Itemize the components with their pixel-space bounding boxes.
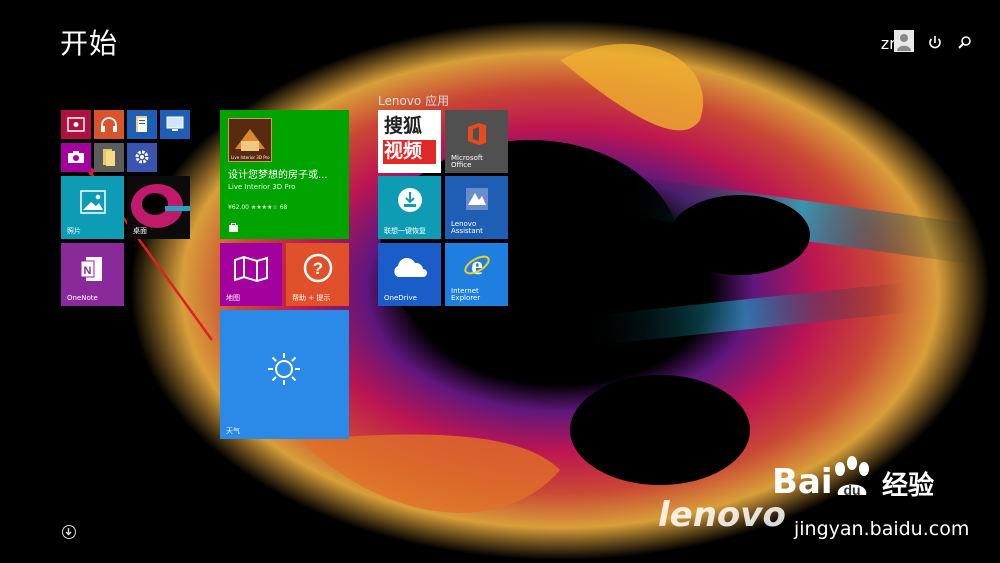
headphones-icon — [101, 117, 117, 132]
sohu-text-1: 搜狐 — [384, 115, 423, 137]
svg-text:e: e — [471, 251, 483, 279]
tile-settings[interactable] — [127, 143, 157, 172]
tile-documents[interactable] — [127, 110, 157, 139]
tile-photos[interactable]: 照片 — [61, 176, 124, 239]
store-icon — [229, 223, 238, 232]
baidu-jingyan-text: 经验 — [882, 471, 935, 501]
app-title: 设计您梦想的房子或... — [228, 170, 328, 181]
tile-weather[interactable]: 天气 — [220, 310, 349, 439]
tile-label: Explorer — [451, 294, 481, 302]
tile-label: OneDrive — [384, 294, 417, 302]
document-icon — [136, 116, 147, 132]
group-label[interactable]: Lenovo 应用 — [378, 92, 449, 109]
svg-text:N: N — [84, 265, 92, 277]
tile-help-tips[interactable]: ? 帮助 + 提示 — [286, 243, 349, 306]
tile-label: 联想一键恢复 — [384, 227, 426, 235]
tile-label: 地图 — [226, 294, 240, 302]
camera-icon — [68, 151, 84, 163]
svg-text:du: du — [843, 482, 860, 498]
screen-icon — [67, 117, 85, 132]
chevron-down-circle-icon[interactable] — [62, 525, 76, 539]
tile-maps[interactable]: 地图 — [220, 243, 282, 306]
cloud-icon — [394, 258, 427, 277]
tile-label: 天气 — [226, 427, 240, 435]
avatar[interactable] — [894, 30, 914, 52]
tile-label: 帮助 + 提示 — [292, 294, 331, 302]
tile-this-pc[interactable] — [160, 110, 190, 139]
tile-camera-roll[interactable] — [61, 110, 91, 139]
lenovo-watermark: lenovo — [658, 495, 786, 535]
baidu-url: jingyan.baidu.com — [794, 518, 970, 540]
sun-icon — [268, 353, 300, 385]
office-icon — [468, 123, 486, 145]
svg-text:?: ? — [313, 259, 323, 278]
map-icon — [234, 256, 268, 282]
tile-label: 桌面 — [133, 227, 147, 235]
gear-icon — [135, 150, 149, 164]
tile-microsoft-office[interactable]: Microsoft Office — [445, 110, 508, 173]
help-icon: ? — [303, 253, 333, 283]
picture-icon — [80, 190, 106, 214]
tile-sohu-video[interactable]: 搜狐 视频 — [378, 110, 441, 173]
tile-label: Assistant — [451, 227, 483, 235]
baidu-logo-text: Bai — [772, 462, 833, 502]
recovery-icon — [398, 188, 422, 212]
tile-desktop[interactable]: 桌面 — [127, 176, 190, 239]
app-price-rating: ¥62.00 ★★★★☆ 68 — [228, 204, 288, 211]
page-title: 开始 — [60, 27, 119, 60]
computer-icon — [166, 116, 184, 131]
folder-icon — [103, 149, 115, 166]
user-icon — [894, 30, 914, 52]
tile-file-explorer[interactable] — [94, 143, 124, 172]
tile-internet-explorer[interactable]: e Internet Explorer — [445, 243, 508, 306]
tile-music[interactable] — [94, 110, 124, 139]
tile-lenovo-assistant[interactable]: Lenovo Assistant — [445, 176, 508, 239]
onenote-icon: N — [80, 257, 102, 281]
power-icon[interactable] — [926, 34, 944, 52]
search-icon[interactable] — [956, 34, 974, 52]
assistant-icon — [466, 188, 488, 210]
app-thumbnail: Live Interior 3D Pro — [228, 118, 272, 162]
tile-store-app[interactable]: Live Interior 3D Pro 设计您梦想的房子或... Live I… — [220, 110, 349, 239]
tile-camera[interactable] — [61, 143, 91, 172]
tile-label: 照片 — [67, 227, 81, 235]
baidu-paw-icon: du — [835, 456, 869, 498]
tile-onekey-recovery[interactable]: 联想一键恢复 — [378, 176, 441, 239]
tile-label: OneNote — [67, 294, 98, 302]
tile-label: Office — [451, 161, 472, 169]
ie-icon: e — [464, 251, 490, 279]
tile-onenote[interactable]: N OneNote — [61, 243, 124, 306]
app-name: Live Interior 3D Pro — [228, 183, 296, 191]
tile-onedrive[interactable]: OneDrive — [378, 243, 441, 306]
sohu-text-2: 视频 — [384, 140, 423, 162]
